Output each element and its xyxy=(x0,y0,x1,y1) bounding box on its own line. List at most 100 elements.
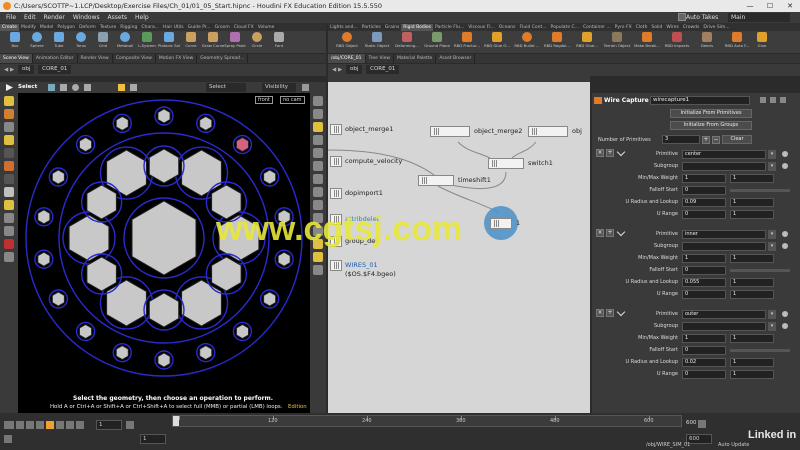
param-field-subgroup[interactable] xyxy=(682,322,766,331)
hexagon-primitive[interactable] xyxy=(235,323,249,340)
tool-circle[interactable]: Circle xyxy=(246,31,268,48)
menu-assets[interactable]: Assets xyxy=(108,14,128,21)
hexagon-primitive[interactable] xyxy=(115,115,129,131)
init-from-primitives-button[interactable]: Initialize From Primitives xyxy=(670,109,752,118)
timeline-ruler[interactable]: 120 240 360 480 600 xyxy=(172,415,682,427)
param-slider-falloff-start[interactable] xyxy=(730,189,790,192)
flipbook-icon[interactable] xyxy=(313,252,323,262)
range-end-icon[interactable] xyxy=(698,420,706,428)
minimize-button[interactable]: — xyxy=(740,0,760,12)
tool-grid[interactable]: Grid xyxy=(92,31,114,48)
hexagon-primitive[interactable] xyxy=(263,291,277,307)
play-reverse-icon[interactable] xyxy=(36,421,44,429)
tool-sphere[interactable]: Sphere xyxy=(26,31,48,48)
path-node[interactable]: CORE_01 xyxy=(38,65,72,74)
auto-takes-checkbox[interactable] xyxy=(678,13,686,21)
viewport-settings-icon[interactable] xyxy=(302,84,309,91)
grid-snap-icon[interactable] xyxy=(4,226,14,236)
tool-spray-paint[interactable]: Spray Paint xyxy=(224,31,246,48)
param-field-falloff-start[interactable]: 0 xyxy=(682,346,726,355)
tab-material-palette[interactable]: Material Palette xyxy=(394,54,437,63)
rotate-tool-icon[interactable] xyxy=(4,122,14,132)
menu-edit[interactable]: Edit xyxy=(24,14,36,21)
tool-debris[interactable]: Debris xyxy=(692,31,722,48)
start-frame-field[interactable]: 1 xyxy=(140,434,166,444)
menu-render[interactable]: Render xyxy=(44,14,65,21)
tool-rbd-bullet[interactable]: RBD Bullet ... xyxy=(512,31,542,48)
gear-icon[interactable] xyxy=(770,97,776,103)
tab-asset-browser[interactable]: Asset Browser xyxy=(436,54,476,63)
stop-icon[interactable] xyxy=(46,421,54,429)
tool-terrain-object[interactable]: Terrain Object xyxy=(602,31,632,48)
select-mode-icon[interactable] xyxy=(48,84,55,91)
select-arrow-icon[interactable] xyxy=(6,84,13,91)
hexagon-primitive[interactable] xyxy=(106,279,147,327)
tool-lsystem[interactable]: L-System xyxy=(136,31,158,48)
param-field-primitive[interactable]: center xyxy=(682,150,766,159)
hexagon-primitive[interactable] xyxy=(148,148,180,184)
param-field-u-range-2[interactable]: 1 xyxy=(730,290,774,299)
tab-motion-fx-view[interactable]: Motion FX View xyxy=(156,54,198,63)
snap-tool-icon[interactable] xyxy=(4,200,14,210)
jump-end-icon[interactable] xyxy=(76,421,84,429)
current-frame-field[interactable]: 1 xyxy=(96,420,122,430)
hexagon-primitive[interactable] xyxy=(263,169,277,185)
param-field-falloff-start[interactable]: 0 xyxy=(682,186,726,195)
tool-box[interactable]: Box xyxy=(4,31,26,48)
view-tool-icon[interactable] xyxy=(4,174,14,184)
move-tool-icon[interactable] xyxy=(4,109,14,119)
hexagon-primitive[interactable] xyxy=(79,323,93,340)
tool-rbd-glue2[interactable]: RBD Glue... xyxy=(572,31,602,48)
playhead-marker[interactable] xyxy=(173,416,179,426)
handle-tool-icon[interactable] xyxy=(4,161,14,171)
param-field-u-range-2[interactable]: 1 xyxy=(730,210,774,219)
desktop-select[interactable]: Main xyxy=(728,13,790,22)
hexagon-primitive[interactable] xyxy=(181,279,222,327)
param-field-min-max-weight[interactable]: 1 xyxy=(682,254,726,263)
menu-file[interactable]: File xyxy=(6,14,16,21)
num-primitives-field[interactable]: 3 xyxy=(662,135,700,144)
chevron-down-icon[interactable]: ▾ xyxy=(768,162,776,171)
chevron-down-icon[interactable]: ▾ xyxy=(768,310,776,319)
network-path-node[interactable]: CORE_01 xyxy=(366,65,400,74)
help-icon[interactable] xyxy=(760,97,766,103)
back-arrow-icon[interactable]: ◀ ▶ xyxy=(4,67,14,73)
hexagon-primitive[interactable] xyxy=(277,251,291,267)
hexagon-primitive[interactable] xyxy=(131,200,197,276)
param-field-u-radius-lookup[interactable]: 0.055 xyxy=(682,278,726,287)
network-nav-arrows-icon[interactable]: ◀ ▶ xyxy=(332,67,342,73)
tool-deforming[interactable]: Deforming... xyxy=(392,31,422,48)
select-mode-dropdown[interactable]: Select xyxy=(206,83,246,92)
selector-icon[interactable] xyxy=(782,163,788,169)
info-icon[interactable] xyxy=(780,97,786,103)
hexagon-primitive[interactable] xyxy=(199,115,213,131)
visibility-dropdown[interactable]: Visibility xyxy=(262,83,296,92)
hexagon-primitive[interactable] xyxy=(235,136,249,153)
selector-icon[interactable] xyxy=(782,243,788,249)
tool-draw-curve[interactable]: Draw Curve xyxy=(202,31,224,48)
hexagon-primitive[interactable] xyxy=(157,108,171,124)
play-icon[interactable] xyxy=(56,421,64,429)
param-field-subgroup[interactable] xyxy=(682,242,766,251)
lights-icon[interactable] xyxy=(313,109,323,119)
ghost-icon[interactable] xyxy=(313,148,323,158)
magnet-tool-icon[interactable] xyxy=(4,213,14,223)
camera-front-menu[interactable]: front xyxy=(255,96,273,104)
pose-tool-icon[interactable] xyxy=(4,148,14,158)
tool-font[interactable]: Font xyxy=(268,31,290,48)
realtime-toggle-icon[interactable] xyxy=(4,421,14,429)
hexagon-primitive[interactable] xyxy=(115,345,129,361)
wireframe-icon[interactable] xyxy=(313,135,323,145)
auto-update-label[interactable]: Auto Update xyxy=(718,442,749,448)
tool-platonic[interactable]: Platonic Sol... xyxy=(158,31,180,48)
param-field-u-radius-lookup[interactable]: 0.09 xyxy=(682,198,726,207)
tool-curve[interactable]: Curve xyxy=(180,31,202,48)
edges-mode-icon[interactable] xyxy=(72,84,79,91)
uv-icon[interactable] xyxy=(313,200,323,210)
maximize-button[interactable]: ☐ xyxy=(760,0,780,12)
brush-tool-icon[interactable] xyxy=(4,187,14,197)
tab-scene-view[interactable]: Scene View xyxy=(0,54,33,63)
num-prims-decrement-button[interactable]: − xyxy=(712,136,720,144)
normals-icon[interactable] xyxy=(313,187,323,197)
selector-icon[interactable] xyxy=(782,231,788,237)
